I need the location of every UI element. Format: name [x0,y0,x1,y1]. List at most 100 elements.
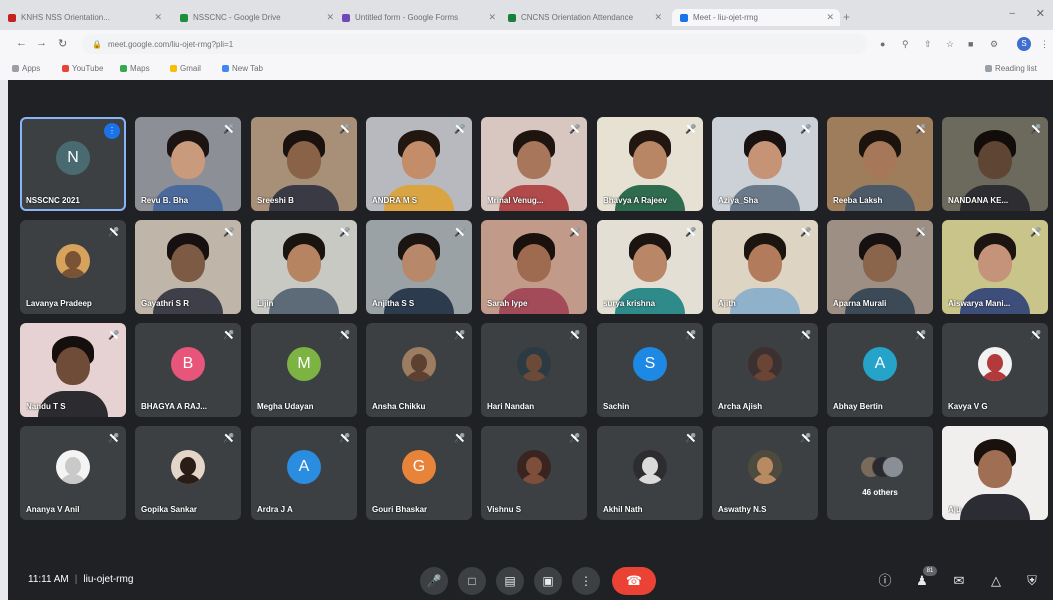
participant-name: Aparna Murali [833,299,887,308]
share-icon[interactable]: ⇧ [924,39,932,50]
reload-icon[interactable]: ↻ [58,37,67,50]
camera-toggle-button[interactable]: □ [458,567,486,595]
close-tab-icon[interactable]: ✕ [326,12,334,23]
bookmark-item[interactable]: YouTube [62,64,103,73]
participant-tile[interactable]: 🎤 Revu B. Bha [135,117,241,211]
participant-avatar: A [863,347,897,382]
participant-tile[interactable]: 🎤 Aparna Murali [827,220,933,314]
reading-list[interactable]: Reading list [985,64,1037,73]
participant-tile[interactable]: 🎤 Akhil Nath [597,426,703,520]
host-controls-button[interactable]: ⛨ [1023,572,1041,590]
participant-tile[interactable]: G 🎤 Gouri Bhaskar [366,426,472,520]
participant-tile[interactable]: M 🎤 Megha Udayan [251,323,357,417]
participant-tile[interactable]: 🎤 Lavanya Pradeep [20,220,126,314]
bookmark-star-icon[interactable]: ☆ [946,39,954,50]
browser-tab[interactable]: KNHS NSS Orientation... ✕ [8,9,168,26]
meeting-details[interactable]: 11:11 AM | liu-ojet-rmg [28,574,133,585]
present-button[interactable]: ▣ [534,567,562,595]
participant-tile[interactable]: 🎤 Aiswarya Mani... [942,220,1048,314]
bookmark-item[interactable]: Gmail [170,64,201,73]
participant-tile[interactable]: 🎤 Ananya V Anil [20,426,126,520]
bookmarks-bar: Apps YouTube Maps Gmail New Tab Reading list [0,58,1053,80]
participant-tile[interactable]: 🎤 Lijin [251,220,357,314]
participant-tile[interactable]: 🎤 Hari Nandan [481,323,587,417]
participant-name: Megha Udayan [257,402,314,411]
participant-tile[interactable]: 🎤 surya krishna [597,220,703,314]
bookmark-item[interactable]: Maps [120,64,150,73]
participant-photo-avatar [517,450,551,485]
photo-body [981,371,1009,382]
profile-avatar[interactable]: S [1017,37,1031,51]
chat-button[interactable]: ✉ [950,572,968,590]
participant-tile[interactable]: Aju [942,426,1048,520]
participant-tile[interactable]: 🎤 Mrinal Venug... [481,117,587,211]
browser-tab[interactable]: Untitled form - Google Forms ✕ [342,9,502,26]
participant-tile[interactable]: 🎤 Kavya V G [942,323,1048,417]
mic-muted-icon: 🎤 [800,227,812,237]
zoom-icon[interactable]: ⚲ [902,39,909,50]
people-button[interactable]: ♟ 81 [913,566,937,590]
participant-tile[interactable]: A 🎤 Ardra J A [251,426,357,520]
participant-tile[interactable]: 🎤 Gayathri S R [135,220,241,314]
browser-tab[interactable]: NSSCNC - Google Drive ✕ [180,9,340,26]
participant-tile[interactable]: 🎤 NANDANA KE... [942,117,1048,211]
participant-name: Lavanya Pradeep [26,299,92,308]
browser-tab[interactable]: Meet - liu-ojet-rmg ✕ [672,9,840,26]
close-tab-icon[interactable]: ✕ [826,12,834,23]
video-person-face [978,244,1012,283]
participant-tile[interactable]: 🎤 Vishnu S [481,426,587,520]
close-window-icon[interactable]: ✕ [1036,7,1045,20]
participant-tile[interactable]: 🎤 Bhavya A Rajeev [597,117,703,211]
menu-icon[interactable]: ⋮ [1040,39,1049,50]
participant-tile[interactable]: 🎤 Ansha Chikku [366,323,472,417]
close-tab-icon[interactable]: ✕ [154,12,162,23]
others-tile[interactable]: 46 others [827,426,933,520]
address-bar[interactable]: 🔒 meet.google.com/liu-ojet-rmg?pli=1 [82,34,867,54]
bookmark-label: Maps [130,64,150,73]
back-icon[interactable]: ← [16,37,27,49]
participant-tile[interactable]: 🎤 Reeba Laksh [827,117,933,211]
browser-tab[interactable]: CNCNS Orientation Attendance ✕ [508,9,668,26]
participant-tile[interactable]: 🎤 Nandu T S [20,323,126,417]
participant-tile[interactable]: 🎤 Archa Ajish [712,323,818,417]
photo-body [520,474,548,485]
camera-indicator-icon[interactable]: ● [880,39,885,49]
participant-tile[interactable]: 🎤 Gopika Sankar [135,426,241,520]
mic-muted-icon: 🎤 [685,330,697,340]
bookmark-item[interactable]: Apps [12,64,40,73]
participant-tile[interactable]: 🎤 Aswathy N.S [712,426,818,520]
participant-tile[interactable]: N ⋮ NSSCNC 2021 [20,117,126,211]
close-tab-icon[interactable]: ✕ [488,12,496,23]
close-tab-icon[interactable]: ✕ [654,12,662,23]
participant-tile[interactable]: 🎤 Anjitha S S [366,220,472,314]
extensions-puzzle-icon[interactable]: ⚙ [990,39,998,50]
participant-tile[interactable]: A 🎤 Abhay Bertin [827,323,933,417]
mic-muted-icon: 🎤 [454,330,466,340]
participant-tile[interactable]: S 🎤 Sachin [597,323,703,417]
participant-tile[interactable]: 🎤 ANDRA M S [366,117,472,211]
participant-tile[interactable]: 🎤 Aziya_Sha [712,117,818,211]
forward-icon[interactable]: → [36,37,47,49]
video-person-face [863,244,897,283]
new-tab-button[interactable]: + [843,10,850,24]
leave-call-button[interactable]: ☎ [612,567,656,595]
participant-tile[interactable]: 🎤 Ajith [712,220,818,314]
mic-toggle-button[interactable]: 🎤 [420,567,448,595]
more-options-button[interactable]: ⋮ [572,567,600,595]
activities-button[interactable]: △ [987,572,1005,590]
participant-tile[interactable]: 🎤 Sarah Iype [481,220,587,314]
photo-body [751,371,779,382]
mic-muted-icon: 🎤 [223,433,235,443]
meeting-info-button[interactable]: ⓘ [876,572,894,590]
extension-icon[interactable]: ■ [968,39,973,49]
participant-photo-avatar [402,347,436,382]
bookmark-item[interactable]: New Tab [222,64,263,73]
participant-name: NANDANA KE... [948,196,1009,205]
participant-tile[interactable]: B 🎤 BHAGYA A RAJ... [135,323,241,417]
captions-button[interactable]: ▤ [496,567,524,595]
minimize-icon[interactable]: – [1009,8,1015,19]
bookmark-icon [222,65,229,72]
participant-name: Sachin [603,402,630,411]
participant-tile[interactable]: 🎤 Sreeshi B [251,117,357,211]
others-avatar-stack [860,456,904,480]
